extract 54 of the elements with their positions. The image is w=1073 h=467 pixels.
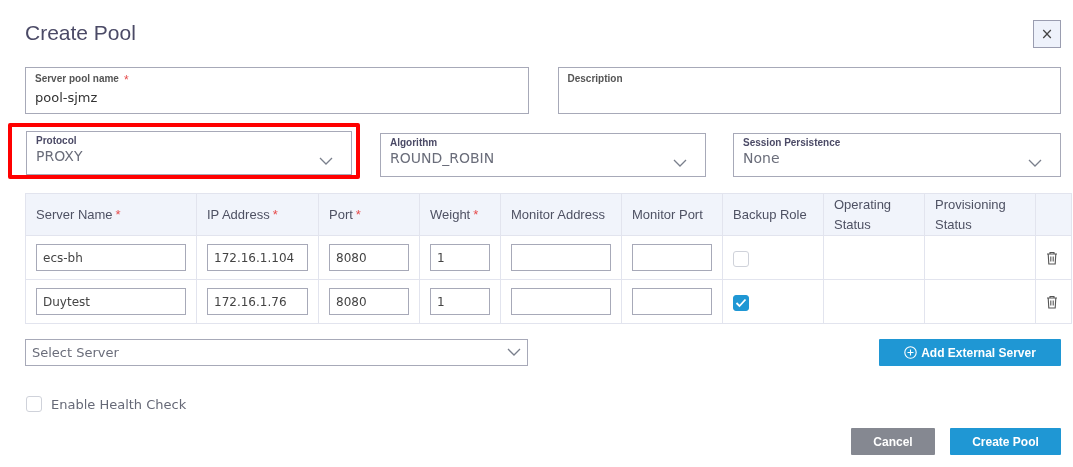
field-label: Server pool name <box>35 73 119 86</box>
input-field[interactable]: 1 <box>430 244 490 271</box>
field-label: Protocol <box>36 135 77 146</box>
column-header: Weight <box>430 206 471 222</box>
delete-button[interactable] <box>1046 294 1058 309</box>
input-field[interactable]: 172.16.1.76 <box>207 288 308 315</box>
required-mark: * <box>355 206 361 222</box>
dropdown-field[interactable]: Algorithm ROUND_ROBIN <box>380 133 706 177</box>
trash-icon <box>1046 294 1058 309</box>
input-field[interactable]: ecs-bh <box>36 244 186 271</box>
field-label: Description <box>567 73 623 84</box>
checkbox[interactable] <box>26 396 42 412</box>
input-field[interactable]: Server pool name * pool-sjmz <box>25 67 529 114</box>
required-mark: * <box>272 206 278 222</box>
required-mark: * <box>473 206 479 222</box>
dialog-title: Create Pool <box>25 21 136 45</box>
field-label: Algorithm <box>390 137 438 148</box>
required-mark: * <box>115 206 121 222</box>
chevron-down-icon <box>507 348 521 356</box>
dropdown-field[interactable]: Select Server <box>25 339 528 366</box>
column-header: Backup Role <box>733 206 807 222</box>
column-header: IP Address <box>207 206 270 222</box>
required-mark: * <box>123 73 129 87</box>
field-label: Session Persistence <box>743 137 841 148</box>
input-field[interactable] <box>511 288 611 315</box>
check-icon <box>735 297 747 308</box>
cancel-button[interactable]: Cancel <box>851 428 935 455</box>
column-header: Port <box>329 206 353 222</box>
input-field[interactable]: 8080 <box>329 244 409 271</box>
input-field[interactable] <box>511 244 611 271</box>
checkbox[interactable] <box>733 294 749 311</box>
chevron-down-icon <box>319 157 333 165</box>
checkbox[interactable] <box>733 250 749 267</box>
trash-icon <box>1046 250 1058 265</box>
close-button[interactable]: × <box>1033 19 1061 48</box>
input-field[interactable] <box>632 288 712 315</box>
chevron-down-icon <box>1028 159 1042 167</box>
input-field[interactable]: 1 <box>430 288 490 315</box>
delete-button[interactable] <box>1046 250 1058 265</box>
input-field[interactable]: 172.16.1.104 <box>207 244 308 271</box>
column-header: Monitor Address <box>511 206 605 222</box>
input-field[interactable]: 8080 <box>329 288 409 315</box>
input-field[interactable] <box>632 244 712 271</box>
column-header: Operating Status <box>834 196 892 232</box>
column-header: Monitor Port <box>632 206 703 222</box>
input-field[interactable]: Duytest <box>36 288 186 315</box>
column-header: Provisioning Status <box>935 196 1006 232</box>
plus-circle-icon <box>904 346 918 359</box>
dropdown-field[interactable]: Session Persistence None <box>733 133 1061 177</box>
column-header: Server Name <box>36 206 113 222</box>
input-field[interactable]: Description <box>557 67 1061 114</box>
dropdown-field[interactable]: Protocol PROXY <box>26 131 352 175</box>
chevron-down-icon <box>673 159 687 167</box>
checkbox-label: Enable Health Check <box>51 396 187 412</box>
